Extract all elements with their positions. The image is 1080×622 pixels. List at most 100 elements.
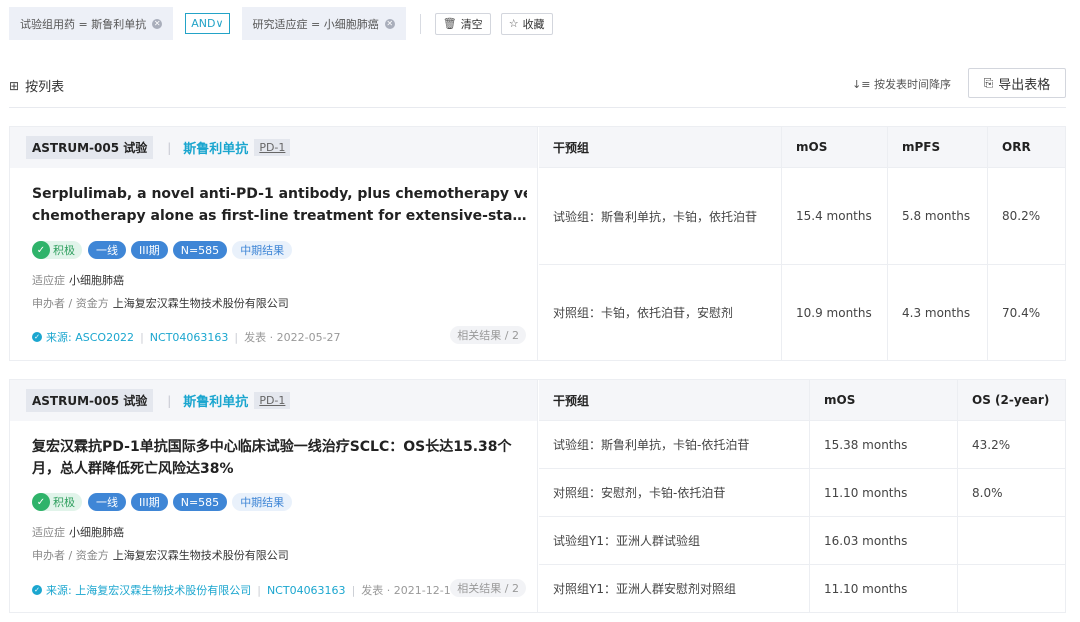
target-badge[interactable]: PD-1: [254, 139, 291, 156]
table-row: 试验组Y1：亚洲人群试验组 16.03 months: [539, 517, 1065, 565]
shield-check-icon: ✓: [32, 241, 50, 259]
card-summary: ASTRUM-005 试验 | 斯鲁利单抗 PD-1 复宏汉霖抗PD-1单抗国际…: [10, 380, 538, 612]
sort-icon: ↓≡: [852, 78, 874, 91]
table-cell: 4.3 months: [887, 265, 987, 360]
close-icon[interactable]: ✕: [384, 18, 395, 29]
favorite-label: 收藏: [522, 17, 545, 31]
related-results-button[interactable]: 相关结果 / 2: [450, 326, 526, 344]
table-header-row: 干预组 mOS OS (2-year): [539, 380, 1065, 421]
source-link[interactable]: 上海复宏汉霖生物技术股份有限公司: [75, 582, 251, 598]
drug-link[interactable]: 斯鲁利单抗: [183, 391, 248, 410]
table-cell: 10.9 months: [781, 265, 887, 360]
positive-tag: ✓ 积极: [32, 241, 82, 259]
card-header: ASTRUM-005 试验 | 斯鲁利单抗 PD-1: [10, 127, 537, 168]
divider: |: [167, 140, 172, 155]
line-tag: 一线: [88, 241, 126, 259]
result-stage-tag: 中期结果: [232, 493, 293, 511]
card-header: ASTRUM-005 试验 | 斯鲁利单抗 PD-1: [10, 380, 537, 421]
sort-dropdown[interactable]: ↓≡ 按发表时间降序: [852, 76, 951, 92]
publish-date: 发表 · 2021-12-17: [361, 584, 458, 597]
filter-bar: 试验组用药 = 斯鲁利单抗 ✕ AND∨ 研究适应症 = 小细胞肺癌 ✕ 🗑 清…: [9, 7, 563, 40]
indication-row: 适应症 小细胞肺癌: [32, 524, 124, 540]
divider: |: [167, 393, 172, 408]
sponsor-label: 申办者 / 资金方: [32, 297, 109, 310]
source-label: 来源:: [46, 331, 72, 344]
table-header-row: 干预组 mOS mPFS ORR: [539, 127, 1065, 168]
filter-chip-label: 研究适应症 = 小细胞肺癌: [252, 17, 379, 31]
nct-link[interactable]: NCT04063163: [150, 331, 229, 344]
clear-button[interactable]: 🗑 清空: [434, 12, 491, 35]
related-results-button[interactable]: 相关结果 / 2: [450, 579, 526, 597]
list-header: ⊞ 按列表 ↓≡ 按发表时间降序 ⎘ 导出表格: [9, 66, 1066, 108]
result-title[interactable]: Serplulimab, a novel anti-PD-1 antibody,…: [32, 183, 527, 227]
view-mode-label: 按列表: [25, 80, 65, 95]
target-badge[interactable]: PD-1: [254, 392, 291, 409]
sort-label: 按发表时间降序: [874, 78, 951, 91]
indication-label: 适应症: [32, 526, 65, 539]
column-header: ORR: [987, 127, 1065, 167]
table-row: 对照组Y1：亚洲人群安慰剂对照组 11.10 months: [539, 565, 1065, 612]
favorite-button[interactable]: ☆ 收藏: [500, 12, 553, 35]
line-tag: 一线: [88, 493, 126, 511]
column-header: mOS: [809, 380, 957, 420]
table-cell: 16.03 months: [809, 517, 957, 564]
column-header: 干预组: [553, 140, 590, 155]
positive-label: 积极: [53, 496, 75, 509]
table-cell: 对照组：安慰剂，卡铂-依托泊苷: [553, 486, 726, 500]
table-cell: 试验组：斯鲁利单抗，卡铂-依托泊苷: [553, 438, 750, 452]
link-icon: ✓: [32, 332, 42, 342]
table-row: 试验组：斯鲁利单抗，卡铂，依托泊苷 15.4 months 5.8 months…: [539, 168, 1065, 265]
indication-row: 适应症 小细胞肺癌: [32, 272, 124, 288]
sponsor-row: 申办者 / 资金方 上海复宏汉霖生物技术股份有限公司: [32, 295, 289, 311]
source-row: ✓ 来源: 上海复宏汉霖生物技术股份有限公司 | NCT04063163 | 发…: [32, 582, 458, 598]
column-header: mPFS: [887, 127, 987, 167]
source-link[interactable]: ASCO2022: [75, 331, 134, 344]
result-stage-tag: 中期结果: [232, 241, 293, 259]
table-icon: ⊞: [9, 78, 20, 93]
clear-label: 清空: [460, 17, 483, 31]
sample-size-tag: N=585: [172, 493, 228, 511]
source-label: 来源:: [46, 584, 72, 597]
tag-list: ✓ 积极 一线 III期 N=585 中期结果: [32, 241, 293, 259]
indication-value: 小细胞肺癌: [69, 274, 124, 287]
result-title[interactable]: 复宏汉霖抗PD-1单抗国际多中心临床试验一线治疗SCLC：OS长达15.38个月…: [32, 436, 522, 480]
shield-check-icon: ✓: [32, 493, 50, 511]
result-card: ASTRUM-005 试验 | 斯鲁利单抗 PD-1 Serplulimab, …: [9, 126, 1066, 361]
sponsor-value: 上海复宏汉霖生物技术股份有限公司: [112, 297, 289, 310]
column-header: mOS: [781, 127, 887, 167]
table-cell: 70.4%: [987, 265, 1065, 360]
table-cell: 试验组：斯鲁利单抗，卡铂，依托泊苷: [553, 209, 758, 224]
sample-size-tag: N=585: [172, 241, 228, 259]
filter-chip-indication[interactable]: 研究适应症 = 小细胞肺癌 ✕: [241, 7, 406, 40]
table-cell: 5.8 months: [887, 168, 987, 264]
title-line: chemotherapy alone as first-line treatme…: [32, 208, 527, 224]
results-table: 干预组 mOS mPFS ORR 试验组：斯鲁利单抗，卡铂，依托泊苷 15.4 …: [539, 127, 1065, 360]
table-cell: 15.38 months: [809, 421, 957, 468]
divider: |: [234, 330, 239, 344]
table-cell: [957, 517, 1065, 564]
divider: |: [140, 330, 144, 344]
nct-link[interactable]: NCT04063163: [267, 584, 346, 597]
table-cell: 对照组：卡铂，依托泊苷，安慰剂: [553, 306, 734, 320]
table-cell: 对照组Y1：亚洲人群安慰剂对照组: [553, 582, 736, 596]
divider: |: [257, 583, 261, 597]
sponsor-value: 上海复宏汉霖生物技术股份有限公司: [112, 549, 289, 562]
trash-icon: 🗑: [442, 17, 457, 30]
publish-date: 发表 · 2022-05-27: [244, 331, 341, 344]
table-cell: 43.2%: [957, 421, 1065, 468]
table-cell: 11.10 months: [809, 565, 957, 612]
drug-link[interactable]: 斯鲁利单抗: [183, 138, 248, 157]
table-cell: 15.4 months: [781, 168, 887, 264]
results-table: 干预组 mOS OS (2-year) 试验组：斯鲁利单抗，卡铂-依托泊苷 15…: [539, 380, 1065, 612]
trial-name[interactable]: ASTRUM-005 试验: [26, 389, 154, 412]
trial-name[interactable]: ASTRUM-005 试验: [26, 136, 154, 159]
export-table-button[interactable]: ⎘ 导出表格: [968, 68, 1066, 98]
close-icon[interactable]: ✕: [152, 18, 163, 29]
positive-tag: ✓ 积极: [32, 493, 82, 511]
positive-label: 积极: [53, 244, 75, 257]
filter-chip-drug[interactable]: 试验组用药 = 斯鲁利单抗 ✕: [9, 7, 174, 40]
logic-operator-select[interactable]: AND∨: [185, 13, 230, 34]
view-mode-toggle[interactable]: ⊞ 按列表: [9, 76, 65, 96]
table-row: 试验组：斯鲁利单抗，卡铂-依托泊苷 15.38 months 43.2%: [539, 421, 1065, 469]
table-cell: 试验组Y1：亚洲人群试验组: [553, 534, 700, 548]
